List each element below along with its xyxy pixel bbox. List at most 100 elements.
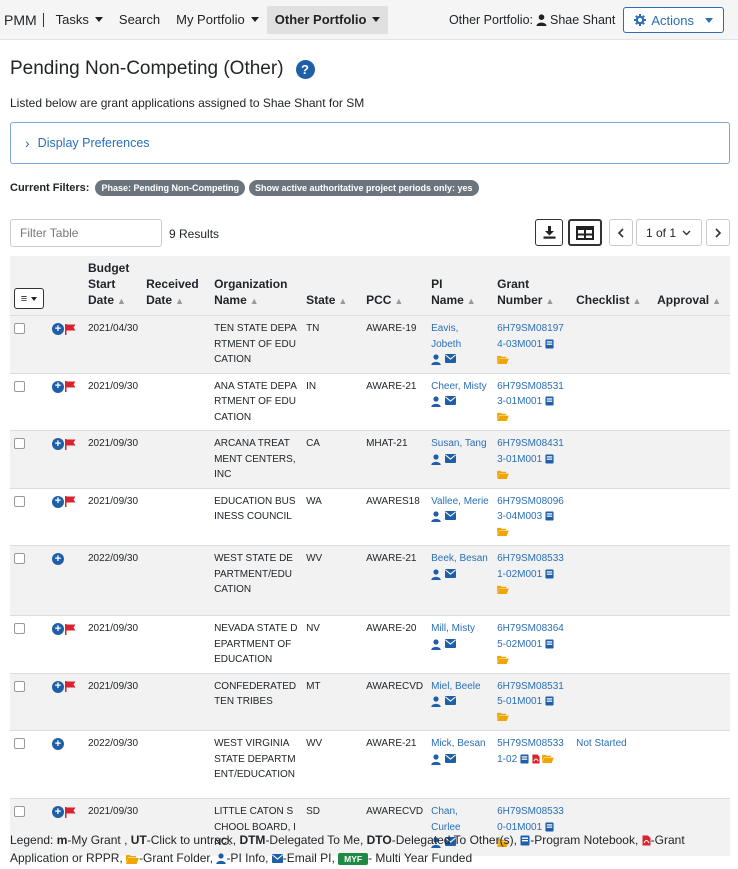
pi-name-link[interactable]: Susan, Tang — [431, 438, 486, 449]
program-notebook-icon[interactable] — [545, 569, 554, 579]
header-pcc[interactable]: PCC ▲︎ — [362, 256, 428, 316]
row-checkbox[interactable] — [14, 680, 25, 692]
header-pi-name[interactable]: PI Name ▲︎ — [427, 256, 494, 316]
header-state[interactable]: State ▲︎ — [302, 256, 363, 316]
flag-icon[interactable] — [65, 438, 76, 450]
plus-circle-icon[interactable]: + — [52, 623, 64, 636]
pi-info-icon[interactable] — [431, 696, 441, 707]
pi-name-link[interactable]: Beek, Besan — [431, 553, 488, 564]
nav-search[interactable]: Search — [111, 6, 168, 34]
grant-folder-icon[interactable] — [497, 655, 509, 664]
pi-name-link[interactable]: Cheer, Misty — [431, 381, 487, 392]
row-checkbox[interactable] — [14, 380, 25, 392]
filter-table-input[interactable] — [10, 219, 162, 247]
caret-down-icon — [705, 17, 713, 23]
program-notebook-icon[interactable] — [545, 396, 554, 406]
column-menu-button[interactable]: ≡ — [14, 288, 44, 309]
flag-icon[interactable] — [65, 496, 76, 508]
download-button[interactable] — [535, 219, 563, 246]
plus-circle-icon[interactable]: + — [52, 738, 64, 751]
program-notebook-icon[interactable] — [520, 754, 529, 764]
pi-name-link[interactable]: Miel, Beele — [431, 681, 480, 692]
pi-info-icon[interactable] — [431, 753, 441, 765]
next-page-button[interactable] — [706, 219, 730, 246]
plus-circle-icon[interactable]: + — [52, 438, 64, 451]
plus-circle-icon[interactable]: + — [52, 553, 64, 566]
grant-folder-icon[interactable] — [542, 754, 555, 764]
grant-folder-icon[interactable] — [497, 470, 509, 479]
row-checkbox[interactable] — [14, 495, 25, 507]
flag-icon[interactable] — [65, 381, 76, 393]
grant-folder-icon[interactable] — [497, 527, 509, 537]
grant-folder-icon[interactable] — [497, 412, 509, 422]
grant-folder-icon[interactable] — [497, 355, 509, 364]
help-icon[interactable]: ? — [295, 59, 315, 79]
prev-page-button[interactable] — [609, 219, 633, 246]
email-pi-icon[interactable] — [445, 568, 457, 578]
pi-info-icon[interactable] — [431, 453, 441, 465]
folder-open-icon — [126, 854, 140, 864]
program-notebook-icon[interactable] — [545, 639, 554, 649]
plus-circle-icon[interactable]: + — [52, 495, 64, 508]
email-pi-icon[interactable] — [445, 753, 457, 763]
email-pi-icon[interactable] — [445, 453, 457, 463]
pi-name-link[interactable]: Mick, Besan — [431, 738, 485, 749]
row-checkbox[interactable] — [14, 738, 25, 749]
header-checklist[interactable]: Checklist ▲︎ — [572, 256, 654, 316]
plus-circle-icon[interactable]: + — [52, 806, 64, 819]
pi-name-link[interactable]: Mill, Misty — [431, 623, 475, 634]
pi-name-link[interactable]: Vallee, Merie — [431, 496, 489, 507]
pi-info-icon[interactable] — [431, 638, 441, 650]
email-pi-icon[interactable] — [445, 354, 457, 363]
header-budget-start-date[interactable]: Budget Start Date ▲︎ — [84, 256, 143, 316]
nav-tasks[interactable]: Tasks — [48, 6, 111, 34]
grant-folder-icon[interactable] — [497, 585, 509, 594]
grant-cell: 6H79SM085315-01M001 — [493, 672, 573, 731]
state: NV — [302, 615, 363, 673]
actions-button[interactable]: Actions — [623, 7, 724, 33]
checklist-link[interactable]: Not Started — [576, 738, 627, 749]
header-grant-number[interactable]: Grant Number ▲︎ — [493, 256, 573, 316]
email-pi-icon[interactable] — [445, 511, 457, 520]
pi-name-link[interactable]: Chan, Curlee — [431, 806, 460, 833]
flag-icon[interactable] — [65, 623, 76, 635]
table-row: +2022/09/30 WEST STATE DEPARTMENT/EDUCATI… — [10, 545, 730, 616]
pi-info-icon[interactable] — [431, 354, 441, 365]
grant-folder-icon[interactable] — [497, 712, 509, 722]
pi-cell: Beek, Besan — [427, 545, 494, 616]
column-layout-button[interactable] — [568, 219, 602, 246]
nav-other-portfolio[interactable]: Other Portfolio — [266, 5, 389, 34]
header-organization-name[interactable]: Organization Name ▲︎ — [210, 256, 303, 316]
display-preferences-toggle[interactable]: › Display Preferences — [10, 122, 730, 164]
grant-application-pdf-icon[interactable] — [532, 754, 540, 764]
email-pi-icon[interactable] — [445, 696, 457, 705]
header-received-date[interactable]: Received Date ▲︎ — [142, 256, 211, 316]
plus-circle-icon[interactable]: + — [52, 680, 64, 693]
email-pi-icon[interactable] — [445, 638, 457, 648]
email-pi-icon[interactable] — [445, 396, 457, 405]
budget-start-date: 2022/09/30 — [84, 545, 143, 616]
flag-icon[interactable] — [65, 681, 76, 693]
row-checkbox[interactable] — [14, 438, 25, 449]
pi-info-icon[interactable] — [431, 396, 441, 407]
pi-info-icon[interactable] — [431, 568, 441, 580]
nav-my-portfolio[interactable]: My Portfolio — [168, 6, 267, 34]
row-checkbox[interactable] — [14, 553, 25, 564]
program-notebook-icon[interactable] — [545, 511, 554, 521]
program-notebook-icon[interactable] — [545, 339, 554, 349]
row-checkbox[interactable] — [14, 806, 25, 817]
header-approval[interactable]: Approval ▲︎ — [653, 256, 730, 316]
plus-circle-icon[interactable]: + — [52, 380, 64, 393]
program-notebook-icon[interactable] — [545, 454, 554, 464]
row-checkbox[interactable] — [14, 623, 25, 634]
checklist-cell — [572, 545, 654, 616]
row-checkbox[interactable] — [14, 323, 25, 334]
flag-icon[interactable] — [65, 323, 76, 335]
plus-circle-icon[interactable]: + — [52, 323, 64, 336]
flag-icon[interactable] — [65, 806, 76, 818]
brand-logo[interactable]: PMM — [4, 12, 44, 27]
pi-name-link[interactable]: Eavis, Jobeth — [431, 323, 461, 350]
program-notebook-icon[interactable] — [545, 696, 554, 706]
page-select[interactable]: 1 of 1 — [636, 219, 702, 246]
pi-info-icon[interactable] — [431, 511, 441, 522]
